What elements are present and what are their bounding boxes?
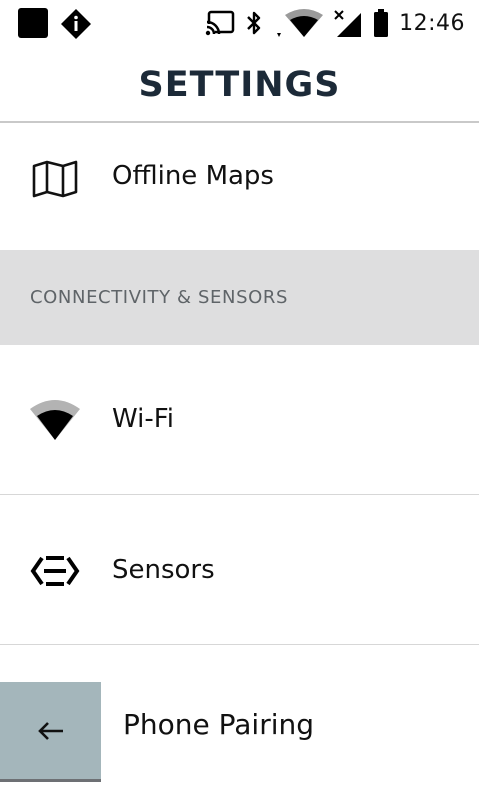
- wifi-signal-icon: [277, 9, 324, 37]
- wifi-icon: [28, 400, 82, 440]
- settings-item-label: Wi-Fi: [112, 404, 175, 434]
- app-header: SETTINGS: [0, 48, 479, 123]
- back-button[interactable]: [0, 682, 101, 782]
- settings-item-label: Sensors: [112, 555, 215, 585]
- settings-item-wifi[interactable]: Wi-Fi: [0, 346, 479, 495]
- settings-item-label: Phone Pairing: [123, 708, 315, 741]
- battery-icon: [374, 9, 389, 37]
- settings-item-label: Offline Maps: [112, 161, 274, 191]
- notification-square-icon: [18, 8, 48, 38]
- status-right-icons: 12:46: [205, 8, 465, 38]
- status-bar: 12:46: [0, 0, 479, 48]
- cell-signal-icon: [334, 10, 362, 37]
- back-arrow-icon: [37, 721, 63, 740]
- page-title: SETTINGS: [138, 64, 341, 105]
- bluetooth-icon: [247, 11, 261, 35]
- section-header: CONNECTIVITY & SENSORS: [0, 250, 479, 345]
- section-title: CONNECTIVITY & SENSORS: [30, 287, 288, 308]
- map-icon: [28, 159, 82, 199]
- status-left-icons: [18, 8, 92, 40]
- cast-icon: [205, 10, 235, 36]
- settings-item-sensors[interactable]: Sensors: [0, 496, 479, 645]
- sensors-icon: [28, 551, 82, 591]
- settings-item-offline-maps[interactable]: Offline Maps: [0, 123, 479, 249]
- status-time: 12:46: [399, 10, 465, 36]
- alert-diamond-icon: [61, 9, 91, 39]
